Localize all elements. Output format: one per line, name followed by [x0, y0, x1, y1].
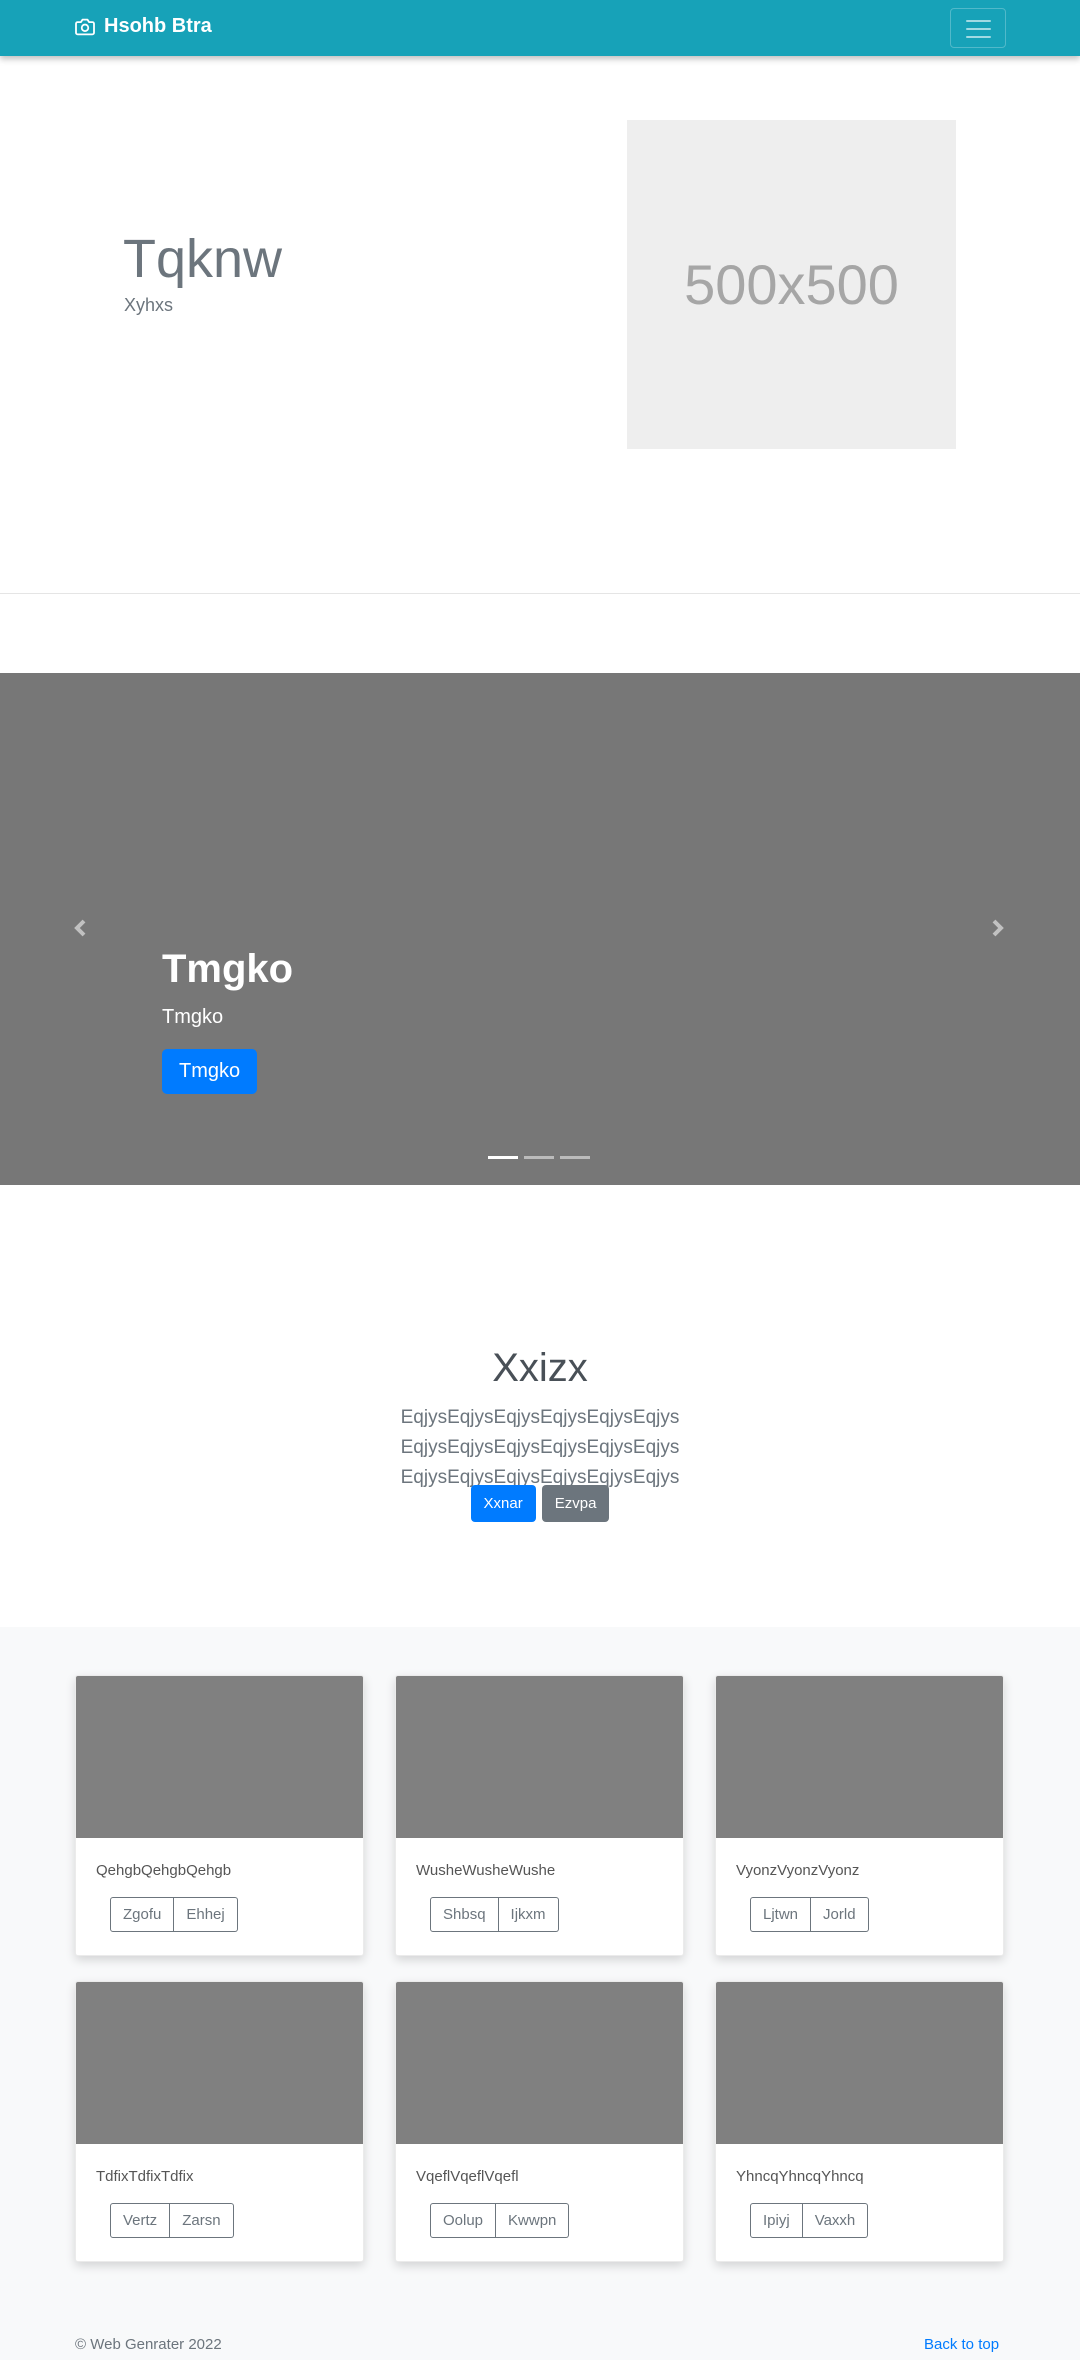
card-text: QehgbQehgbQehgb	[96, 1862, 232, 1879]
card: TdfixTdfixTdfix Vertz Zarsn	[75, 1981, 364, 2262]
card-button[interactable]: Zgofu	[110, 1897, 175, 1932]
hamburger-icon	[966, 36, 991, 38]
carousel-indicator-2[interactable]	[524, 1156, 554, 1159]
card-text: VqeflVqeflVqefl	[416, 2168, 519, 2185]
card-text: WusheWusheWushe	[416, 1862, 556, 1879]
card-button[interactable]: Vertz	[110, 2203, 171, 2238]
card: VyonzVyonzVyonz Ljtwn Jorld	[715, 1675, 1004, 1956]
divider	[0, 593, 1080, 594]
card-button-group: Oolup Kwwpn	[430, 2203, 570, 2238]
navbar: Hsohb Btra	[0, 0, 1080, 56]
card-button[interactable]: Ipiyj	[750, 2203, 803, 2238]
section-buttons: Xxnar Ezvpa	[0, 1485, 1080, 1522]
carousel-title: Tmgko	[162, 947, 294, 991]
image-placeholder-label: 500x500	[684, 253, 899, 316]
carousel: Tmgko Tmgko Tmgko	[0, 673, 1080, 1185]
carousel-indicator-1[interactable]	[488, 1156, 518, 1159]
brand-name: Hsohb Btra	[104, 15, 212, 37]
card-text: TdfixTdfixTdfix	[96, 2168, 194, 2185]
primary-button[interactable]: Xxnar	[470, 1485, 536, 1522]
card-image	[716, 1982, 1003, 2144]
hamburger-icon	[966, 20, 991, 22]
carousel-indicator-3[interactable]	[560, 1156, 590, 1159]
card-image	[716, 1676, 1003, 1838]
back-to-top-link[interactable]: Back to top	[924, 2336, 999, 2353]
card-image	[76, 1982, 363, 2144]
camera-icon	[75, 18, 95, 36]
hero-title: Tqknw	[123, 229, 283, 289]
chevron-left-icon	[74, 919, 86, 937]
card-button[interactable]: Ehhej	[174, 1897, 238, 1932]
carousel-caption: Tmgko Tmgko Tmgko	[162, 947, 293, 1094]
card: YhncqYhncqYhncq Ipiyj Vaxxh	[715, 1981, 1004, 2262]
card-image	[396, 1982, 683, 2144]
hamburger-icon	[966, 28, 991, 30]
chevron-right-icon	[992, 919, 1004, 937]
card-button-group: Shbsq Ijkxm	[430, 1897, 559, 1932]
navbar-toggler-button[interactable]	[950, 8, 1006, 48]
card-button[interactable]: Shbsq	[430, 1897, 499, 1932]
card-image	[396, 1676, 683, 1838]
card-image	[76, 1676, 363, 1838]
carousel-text: Tmgko	[162, 1006, 224, 1028]
card-button[interactable]: Oolup	[430, 2203, 497, 2238]
carousel-cta-button[interactable]: Tmgko	[162, 1049, 258, 1094]
carousel-prev-button[interactable]	[70, 913, 90, 943]
card-button-group: Ipiyj Vaxxh	[750, 2203, 869, 2238]
secondary-button[interactable]: Ezvpa	[541, 1485, 610, 1522]
carousel-indicators	[488, 1156, 590, 1159]
card: QehgbQehgbQehgb Zgofu Ehhej	[75, 1675, 364, 1956]
footer-copyright: © Web Genrater 2022	[75, 2336, 222, 2353]
section-title: Xxizx	[492, 1346, 588, 1390]
card-button[interactable]: Ljtwn	[750, 1897, 812, 1932]
card-button[interactable]: Ijkxm	[498, 1897, 559, 1932]
album: QehgbQehgbQehgb Zgofu Ehhej WusheWusheWu…	[0, 1627, 1080, 2360]
carousel-next-button[interactable]	[988, 913, 1008, 943]
card-button[interactable]: Jorld	[811, 1897, 869, 1932]
card-button-group: Zgofu Ehhej	[110, 1897, 238, 1932]
hero-subtitle: Xyhxs	[124, 295, 174, 315]
brand-link[interactable]: Hsohb Btra	[75, 15, 212, 38]
card: VqeflVqeflVqefl Oolup Kwwpn	[395, 1981, 684, 2262]
card-button-group: Ljtwn Jorld	[750, 1897, 869, 1932]
card-button[interactable]: Kwwpn	[496, 2203, 570, 2238]
hero-image-placeholder: 500x500	[627, 120, 956, 449]
card: WusheWusheWushe Shbsq Ijkxm	[395, 1675, 684, 1956]
card-button[interactable]: Zarsn	[170, 2203, 234, 2238]
card-text: YhncqYhncqYhncq	[736, 2168, 864, 2185]
card-button[interactable]: Vaxxh	[802, 2203, 869, 2238]
card-text: VyonzVyonzVyonz	[736, 1862, 860, 1879]
section-lead: EqjysEqjysEqjysEqjysEqjysEqjys EqjysEqjy…	[400, 1407, 680, 1488]
card-button-group: Vertz Zarsn	[110, 2203, 234, 2238]
